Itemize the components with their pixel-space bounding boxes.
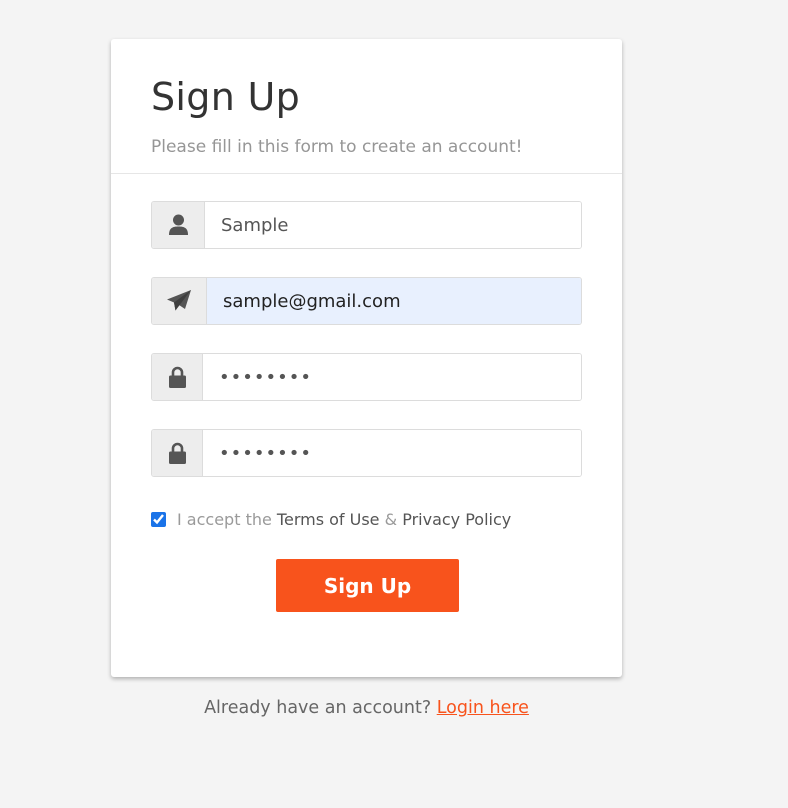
- username-field-group: [151, 201, 582, 249]
- password-field-group: [151, 353, 582, 401]
- paper-plane-icon: [152, 278, 207, 324]
- terms-row: I accept the Terms of Use & Privacy Poli…: [151, 510, 511, 529]
- login-prompt-text: Already have an account?: [204, 698, 432, 718]
- login-link[interactable]: Login here: [437, 698, 529, 718]
- form-header: Sign Up Please fill in this form to crea…: [111, 39, 622, 174]
- accept-terms-checkbox[interactable]: [151, 512, 166, 527]
- terms-prefix: I accept the: [177, 510, 272, 529]
- sign-up-button[interactable]: Sign Up: [276, 559, 459, 612]
- confirm-password-field-group: [151, 429, 582, 477]
- lock-icon: [152, 430, 203, 476]
- terms-ampersand: &: [384, 510, 398, 529]
- terms-of-use-link[interactable]: Terms of Use: [277, 510, 380, 529]
- lock-icon: [152, 354, 203, 400]
- confirm-password-input[interactable]: [203, 430, 581, 476]
- user-icon: [152, 202, 205, 248]
- email-field-group: [151, 277, 582, 325]
- username-input[interactable]: [205, 202, 581, 248]
- password-input[interactable]: [203, 354, 581, 400]
- form-subtitle: Please fill in this form to create an ac…: [151, 137, 523, 157]
- signup-card: Sign Up Please fill in this form to crea…: [111, 39, 622, 677]
- email-input[interactable]: [207, 278, 581, 324]
- page-title: Sign Up: [151, 75, 300, 119]
- login-prompt: Already have an account? Login here: [0, 698, 733, 718]
- privacy-policy-link[interactable]: Privacy Policy: [402, 510, 511, 529]
